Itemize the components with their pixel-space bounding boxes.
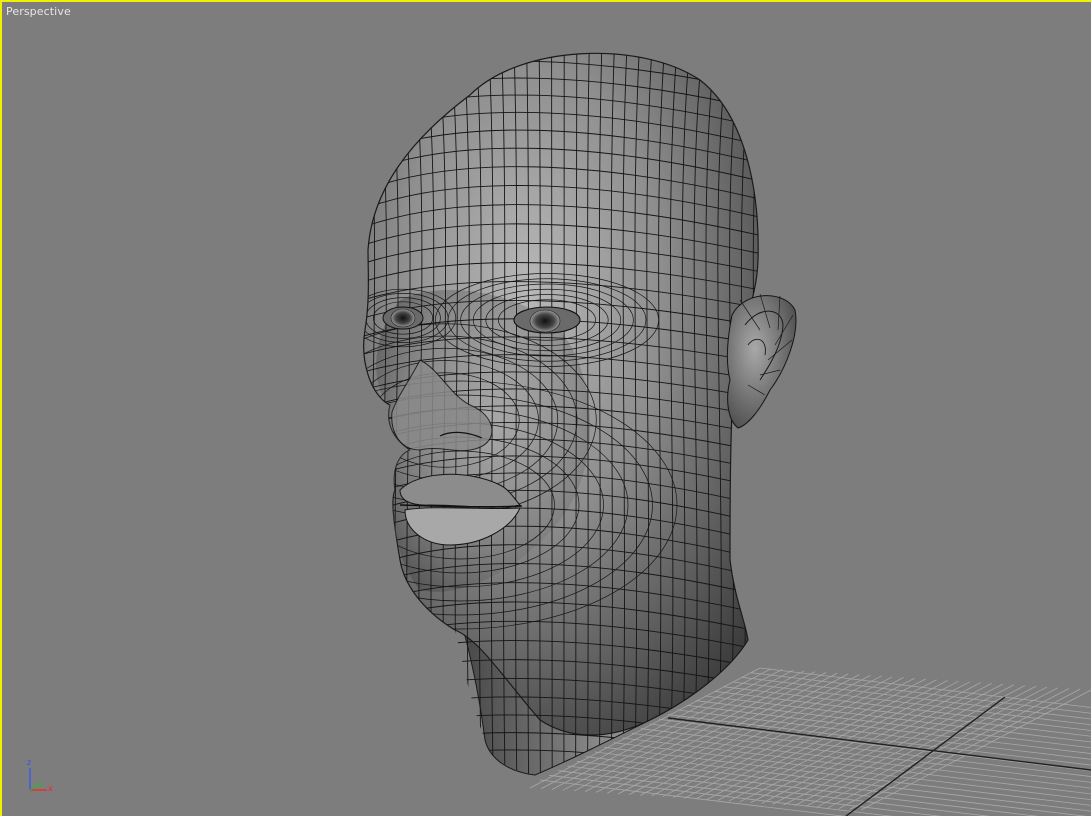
viewport-label[interactable]: Perspective [6,5,71,18]
axis-z-label: z [27,758,31,767]
eye-left [382,306,424,330]
perspective-viewport[interactable]: z y x Perspective [0,0,1091,816]
eye-right [513,306,581,334]
axis-y-label: y [38,779,43,788]
axis-gizmo: z y x [27,758,53,793]
axis-x-label: x [48,784,53,793]
viewport-canvas[interactable]: z y x [0,0,1091,816]
ear-mesh [726,293,797,429]
